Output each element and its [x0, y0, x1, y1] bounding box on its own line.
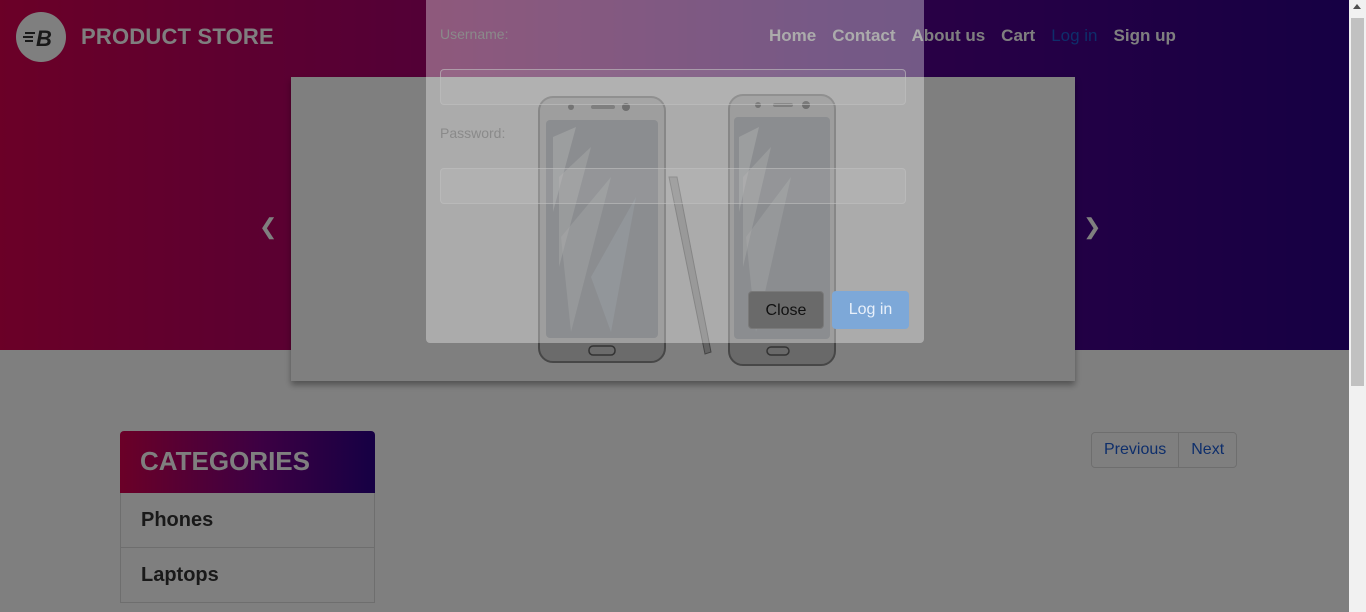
password-input[interactable] — [440, 168, 906, 204]
vertical-scrollbar[interactable] — [1349, 0, 1366, 612]
username-label: Username: — [440, 26, 509, 42]
password-label: Password: — [440, 125, 506, 141]
scrollbar-thumb[interactable] — [1351, 18, 1364, 386]
log-in-button[interactable]: Log in — [832, 291, 909, 329]
login-modal: Username: Password: Close Log in — [426, 0, 924, 343]
close-button[interactable]: Close — [748, 291, 824, 329]
username-input[interactable] — [440, 69, 906, 105]
scroll-up-arrow-icon[interactable] — [1353, 4, 1361, 9]
